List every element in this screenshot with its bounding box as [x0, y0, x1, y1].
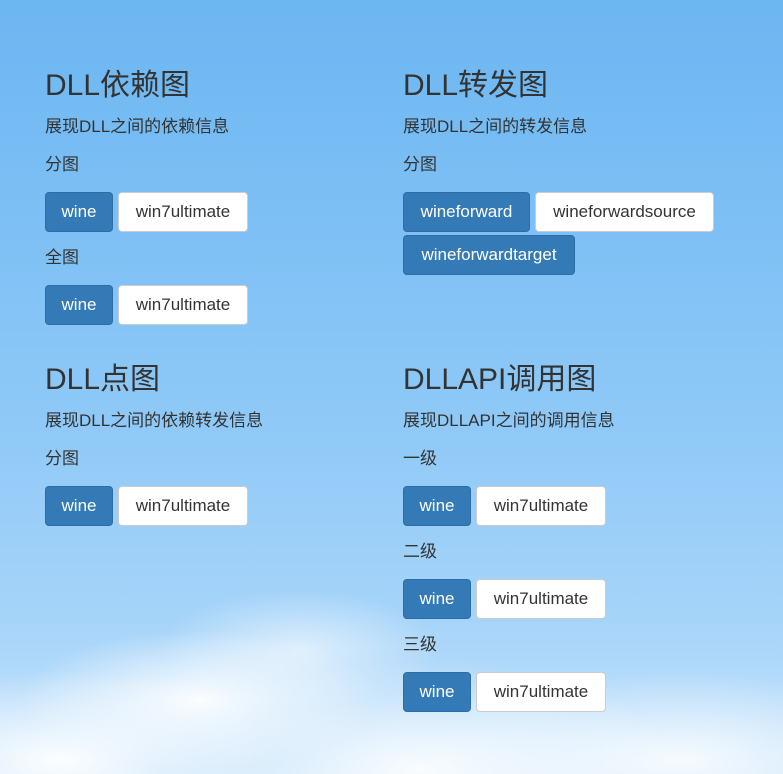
dependency-full-label: 全图 — [45, 248, 79, 267]
dot-graph-description: 展现DLL之间的依赖转发信息 — [45, 411, 264, 430]
dot-graph-title: DLL点图 — [45, 363, 161, 396]
forward-graph-description: 展现DLL之间的转发信息 — [403, 117, 588, 136]
api-level2-label: 二级 — [403, 542, 437, 561]
dependency-split-label: 分图 — [45, 155, 79, 174]
api-call-graph-section: DLLAPI调用图 展现DLLAPI之间的调用信息 一级 wine win7ul… — [403, 362, 743, 722]
api-level3-win7ultimate-button[interactable]: win7ultimate — [476, 672, 606, 712]
wineforwardsource-button[interactable]: wineforwardsource — [535, 192, 714, 232]
api-level2-win7ultimate-button[interactable]: win7ultimate — [476, 579, 606, 619]
api-call-graph-description: 展现DLLAPI之间的调用信息 — [403, 411, 615, 430]
api-level2-wine-button[interactable]: wine — [403, 579, 471, 619]
dependency-graph-title: DLL依赖图 — [45, 69, 191, 102]
dependency-full-win7ultimate-button[interactable]: win7ultimate — [118, 285, 248, 325]
dot-win7ultimate-button[interactable]: win7ultimate — [118, 486, 248, 526]
api-level3-label: 三级 — [403, 635, 437, 654]
dependency-split-wine-button[interactable]: wine — [45, 192, 113, 232]
api-level1-win7ultimate-button[interactable]: win7ultimate — [476, 486, 606, 526]
forward-graph-section: DLL转发图 展现DLL之间的转发信息 分图 wineforward winef… — [403, 68, 743, 288]
api-level1-label: 一级 — [403, 449, 437, 468]
dot-split-label: 分图 — [45, 449, 79, 468]
wineforward-button[interactable]: wineforward — [403, 192, 530, 232]
wineforwardtarget-button[interactable]: wineforwardtarget — [403, 235, 575, 275]
forward-split-label: 分图 — [403, 155, 437, 174]
dependency-graph-section: DLL依赖图 展现DLL之间的依赖信息 分图 wine win7ultimate… — [45, 68, 365, 328]
api-call-graph-title: DLLAPI调用图 — [403, 363, 597, 396]
dependency-full-wine-button[interactable]: wine — [45, 285, 113, 325]
dependency-graph-description: 展现DLL之间的依赖信息 — [45, 117, 230, 136]
dependency-split-win7ultimate-button[interactable]: win7ultimate — [118, 192, 248, 232]
dot-graph-section: DLL点图 展现DLL之间的依赖转发信息 分图 wine win7ultimat… — [45, 362, 365, 532]
dot-wine-button[interactable]: wine — [45, 486, 113, 526]
api-level1-wine-button[interactable]: wine — [403, 486, 471, 526]
forward-graph-title: DLL转发图 — [403, 69, 549, 102]
api-level3-wine-button[interactable]: wine — [403, 672, 471, 712]
